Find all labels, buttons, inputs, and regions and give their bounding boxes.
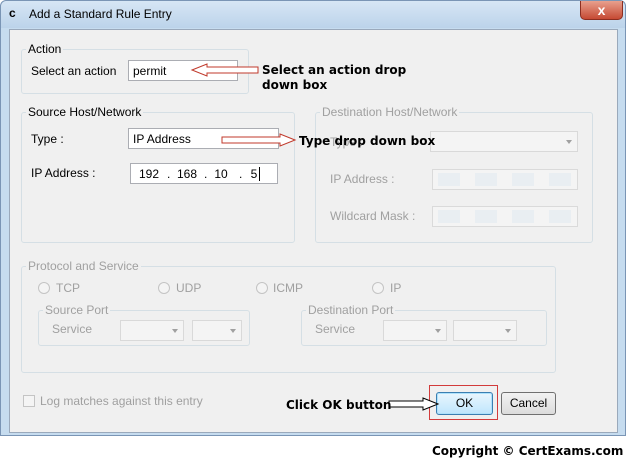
destination-port-label: Destination Port (306, 303, 396, 317)
log-matches-label: Log matches against this entry (40, 394, 203, 408)
destination-ip-field[interactable] (432, 169, 578, 190)
ip-octet-placeholder (549, 210, 571, 223)
title-bar[interactable]: c Add a Standard Rule Entry x (1, 1, 625, 28)
source-type-label: Type : (31, 132, 64, 146)
chevron-down-icon (435, 329, 441, 333)
chevron-down-icon (566, 140, 572, 144)
ip-octet-2[interactable]: 168 (175, 167, 199, 181)
radio-icmp-label: ICMP (273, 281, 303, 295)
source-service-label: Service (52, 322, 93, 336)
action-dropdown-value: permit (133, 64, 167, 78)
chevron-down-icon (505, 329, 511, 333)
action-group-label: Action (26, 42, 64, 56)
ok-annotation: Click OK button (286, 398, 392, 412)
ip-octet-placeholder (549, 173, 571, 186)
wildcard-mask-field[interactable] (432, 206, 578, 227)
text-cursor (259, 167, 260, 181)
close-button[interactable]: x (580, 1, 623, 20)
log-matches-checkbox[interactable] (23, 395, 35, 407)
chevron-down-icon (230, 329, 236, 333)
action-annotation-line2: down box (262, 78, 328, 92)
ip-dot: . (239, 167, 243, 181)
chevron-down-icon (226, 69, 232, 73)
source-ip-field[interactable]: 192 . 168 . 10 . 5 (130, 163, 278, 184)
ip-octet-3[interactable]: 10 (210, 167, 232, 181)
protocol-group-label: Protocol and Service (26, 259, 141, 273)
ip-octet-placeholder (438, 173, 460, 186)
source-type-dropdown[interactable]: IP Address (128, 128, 279, 149)
source-service-dropdown-1[interactable] (120, 320, 184, 341)
chevron-down-icon (172, 329, 178, 333)
ip-octet-1[interactable]: 192 (137, 167, 161, 181)
destination-service-dropdown-1[interactable] (383, 320, 447, 341)
app-icon: c (9, 6, 16, 20)
select-action-label: Select an action (31, 64, 117, 78)
radio-udp[interactable] (158, 282, 170, 294)
source-port-label: Source Port (43, 303, 111, 317)
ip-dot: . (167, 167, 171, 181)
ip-octet-placeholder (475, 210, 497, 223)
destination-type-dropdown[interactable] (430, 131, 578, 152)
source-service-dropdown-2[interactable] (192, 320, 242, 341)
ip-octet-placeholder (438, 210, 460, 223)
radio-ip[interactable] (372, 282, 384, 294)
radio-tcp-label: TCP (56, 281, 80, 295)
radio-icmp[interactable] (256, 282, 268, 294)
ip-dot: . (204, 167, 208, 181)
destination-ip-label: IP Address : (330, 172, 395, 186)
source-ip-label: IP Address : (31, 166, 96, 180)
destination-group-label: Destination Host/Network (320, 105, 460, 119)
type-annotation: Type drop down box (299, 134, 436, 148)
ip-octet-placeholder (475, 173, 497, 186)
radio-udp-label: UDP (176, 281, 202, 295)
ip-octet-placeholder (512, 210, 534, 223)
ip-octet-placeholder (512, 173, 534, 186)
action-dropdown[interactable]: permit (128, 60, 238, 81)
destination-service-label: Service (315, 322, 356, 336)
wildcard-mask-label: Wildcard Mask : (330, 209, 416, 223)
window-title: Add a Standard Rule Entry (29, 7, 172, 21)
radio-tcp[interactable] (38, 282, 50, 294)
source-group-label: Source Host/Network (26, 105, 144, 119)
ok-button[interactable]: OK (436, 392, 493, 415)
destination-service-dropdown-2[interactable] (453, 320, 517, 341)
source-type-value: IP Address (133, 132, 191, 146)
action-annotation-line1: Select an action drop (262, 63, 407, 77)
chevron-down-icon (267, 137, 273, 141)
cancel-button[interactable]: Cancel (501, 392, 556, 415)
radio-ip-label: IP (390, 281, 402, 295)
copyright-text: Copyright © CertExams.com (432, 444, 624, 458)
